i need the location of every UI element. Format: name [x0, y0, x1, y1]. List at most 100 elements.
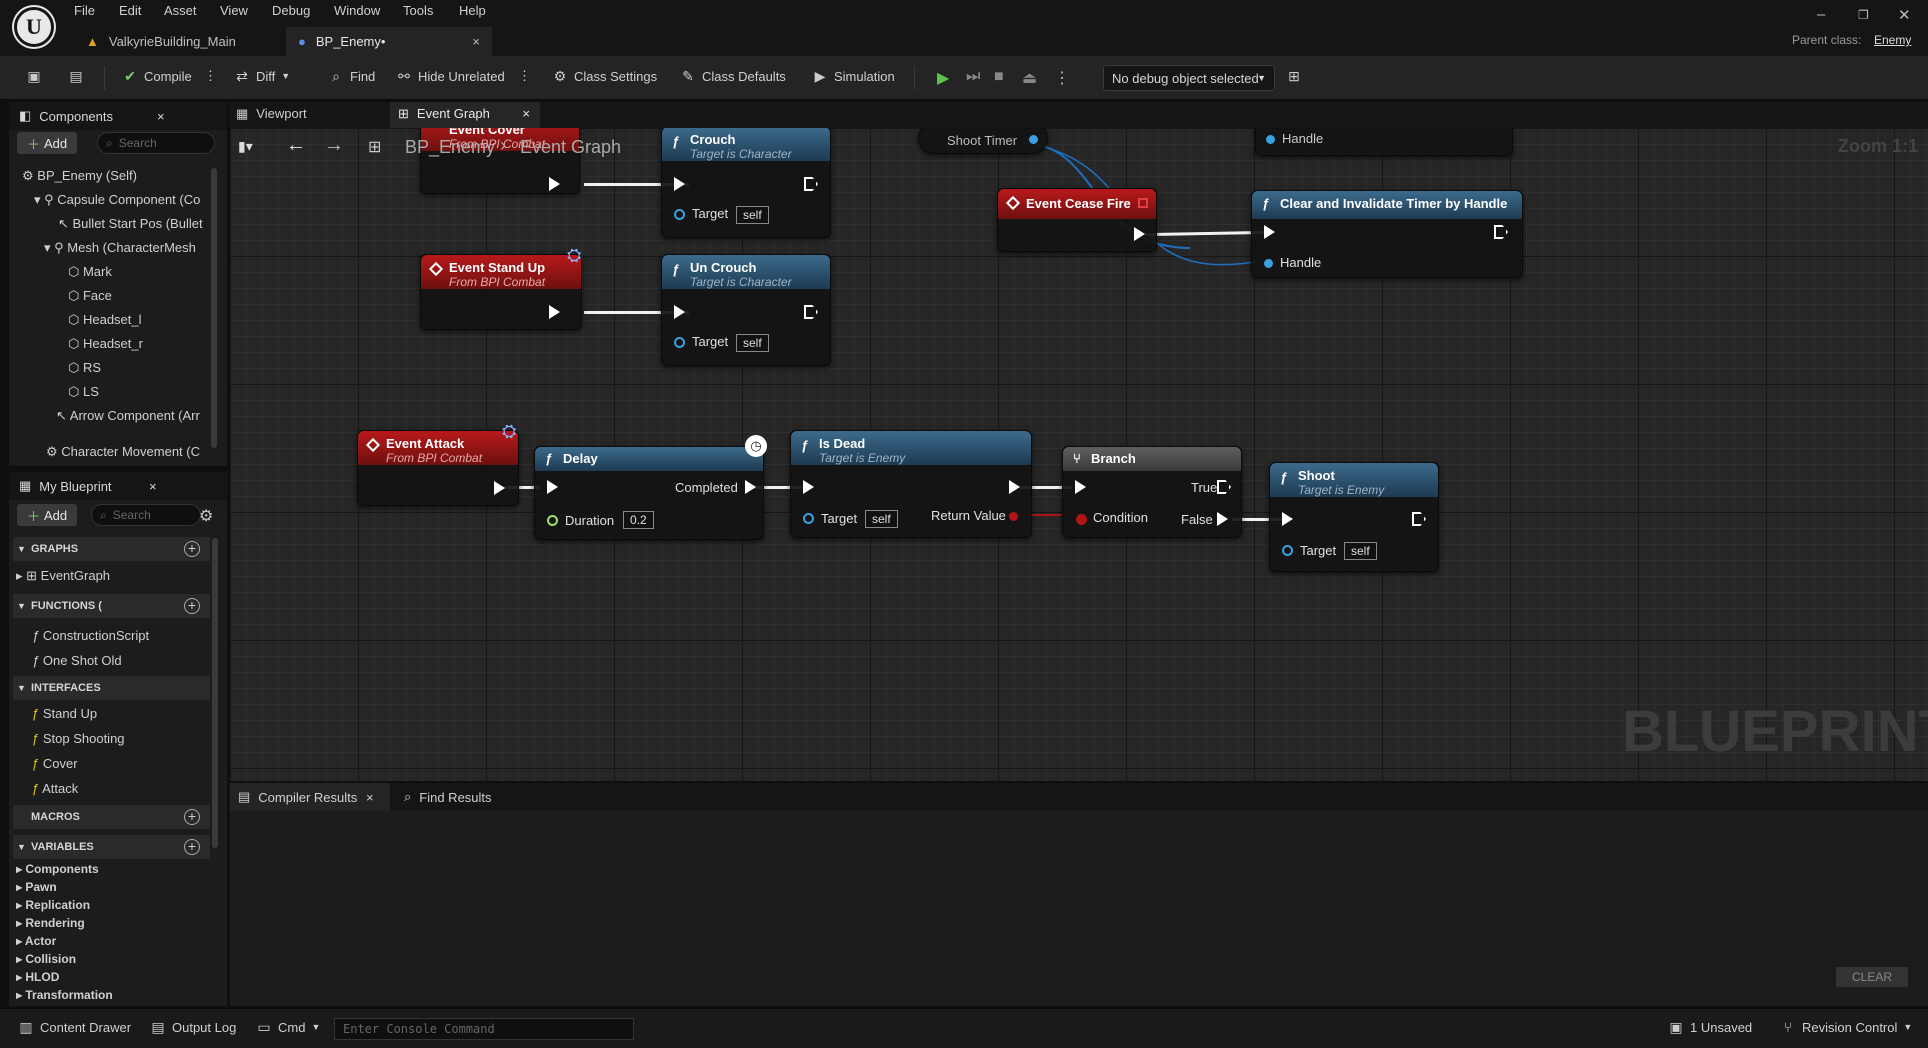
- interfaces-section-header[interactable]: ▼ INTERFACES: [13, 676, 210, 700]
- tree-item-self[interactable]: ⚙ BP_Enemy (Self): [22, 168, 137, 184]
- node-uncrouch[interactable]: ƒ Un Crouch Target is Character Target sel…: [661, 254, 831, 366]
- node-shoot-timer-variable[interactable]: Shoot Timer: [918, 128, 1048, 154]
- close-icon[interactable]: ×: [157, 109, 165, 124]
- function-item-one-shot-old[interactable]: ƒ One Shot Old: [32, 653, 122, 668]
- play-options-icon[interactable]: ⋮: [1054, 68, 1070, 88]
- step-icon[interactable]: ⏭: [966, 68, 980, 86]
- tree-item-headset-l[interactable]: ⬡ Headset_l: [68, 312, 142, 328]
- tab-compiler-results[interactable]: ▤ Compiler Results ×: [230, 783, 390, 811]
- compile-options-icon[interactable]: ⋮: [204, 68, 217, 84]
- tab-event-graph[interactable]: ⊞ Event Graph ×: [390, 102, 540, 128]
- class-defaults-button[interactable]: ✎ Class Defaults: [680, 68, 786, 84]
- menu-asset[interactable]: Asset: [164, 3, 197, 18]
- functions-section-header[interactable]: ▼ FUNCTIONS (+: [13, 594, 210, 618]
- cmd-button[interactable]: ▭ Cmd ▼: [256, 1019, 320, 1035]
- tree-item-rs[interactable]: ⬡ RS: [68, 360, 101, 376]
- stop-icon[interactable]: ■: [994, 68, 1004, 86]
- interface-item-cover[interactable]: ƒ Cover: [32, 756, 78, 771]
- my-blueprint-scrollbar[interactable]: [212, 538, 218, 848]
- close-window-icon[interactable]: ✕: [1898, 6, 1911, 24]
- variable-category-replication[interactable]: ▸ Replication: [16, 898, 90, 912]
- variable-category-components[interactable]: ▸ Components: [16, 862, 99, 876]
- forward-arrow-icon[interactable]: →: [324, 134, 344, 157]
- clear-button[interactable]: CLEAR: [1836, 967, 1908, 987]
- class-settings-button[interactable]: ⚙ Class Settings: [552, 68, 657, 84]
- variable-category-actor[interactable]: ▸ Actor: [16, 934, 56, 948]
- restore-icon[interactable]: ❐: [1858, 8, 1869, 22]
- hide-unrelated-button[interactable]: ⚯ Hide Unrelated: [396, 68, 505, 84]
- my-blueprint-search-input[interactable]: ⌕ Search: [91, 504, 201, 526]
- graphs-section-header[interactable]: ▼ GRAPHS +: [13, 537, 210, 561]
- breadcrumb-bp[interactable]: BP_Enemy: [405, 137, 495, 158]
- interface-item-stand-up[interactable]: ƒ Stand Up: [32, 706, 97, 721]
- node-shoot[interactable]: ƒ Shoot Target is Enemy Target self: [1269, 462, 1439, 572]
- node-branch[interactable]: ⑂ Branch True Condition False: [1062, 446, 1242, 538]
- doc-tab-level[interactable]: ▲ ValkyrieBuilding_Main: [74, 27, 284, 56]
- add-component-button[interactable]: ＋ Add: [17, 132, 78, 154]
- add-function-icon[interactable]: +: [184, 598, 200, 614]
- browse-icon[interactable]: ▤: [68, 68, 84, 84]
- debug-object-select[interactable]: No debug object selected ▼: [1103, 65, 1275, 91]
- bookmark-icon[interactable]: ▮▾: [238, 138, 253, 155]
- close-icon[interactable]: ×: [366, 790, 374, 805]
- menu-view[interactable]: View: [220, 3, 248, 18]
- back-arrow-icon[interactable]: ←: [286, 134, 306, 157]
- diff-button[interactable]: ⇄ Diff ▼: [234, 68, 290, 84]
- variables-section-header[interactable]: ▼ VARIABLES +: [13, 835, 210, 859]
- eject-icon[interactable]: ⏏: [1022, 68, 1037, 88]
- close-icon[interactable]: ×: [472, 34, 480, 49]
- variable-category-collision[interactable]: ▸ Collision: [16, 952, 76, 966]
- components-tab[interactable]: ◧ Components ×: [9, 102, 227, 130]
- tree-item-mesh[interactable]: ▾ ⚲ Mesh (CharacterMesh: [44, 240, 206, 256]
- menu-debug[interactable]: Debug: [272, 3, 310, 18]
- menu-tools[interactable]: Tools: [403, 3, 433, 18]
- variable-category-transformation[interactable]: ▸ Transformation: [16, 988, 113, 1002]
- content-drawer-button[interactable]: ▥ Content Drawer: [18, 1019, 131, 1035]
- tree-item-capsule[interactable]: ▾ ⚲ Capsule Component (Co: [34, 192, 206, 208]
- output-log-button[interactable]: ▤ Output Log: [150, 1019, 236, 1035]
- node-delay[interactable]: ƒ Delay ◷ Completed Duration 0.2: [534, 435, 767, 540]
- play-icon[interactable]: ▶: [937, 68, 949, 88]
- tab-viewport[interactable]: ▦ Viewport: [236, 106, 307, 122]
- variable-category-pawn[interactable]: ▸ Pawn: [16, 880, 57, 894]
- hide-unrelated-options-icon[interactable]: ⋮: [518, 68, 531, 84]
- revision-control-button[interactable]: ⑂ Revision Control ▼: [1780, 1019, 1913, 1035]
- close-icon[interactable]: ×: [522, 106, 530, 121]
- macros-section-header[interactable]: MACROS +: [13, 805, 210, 829]
- unreal-logo-icon[interactable]: U: [14, 7, 54, 47]
- menu-file[interactable]: File: [74, 3, 95, 18]
- tree-item-mark[interactable]: ⬡ Mark: [68, 264, 112, 280]
- add-macro-icon[interactable]: +: [184, 809, 200, 825]
- tree-item-arrow[interactable]: ↖ Arrow Component (Arr: [56, 408, 206, 424]
- console-command-input[interactable]: Enter Console Command: [334, 1018, 634, 1040]
- tree-item-bullet-start[interactable]: ↖ Bullet Start Pos (Bullet: [58, 216, 206, 232]
- my-blueprint-tab[interactable]: ▦ My Blueprint ×: [9, 472, 227, 500]
- components-scrollbar[interactable]: [211, 168, 217, 448]
- doc-tab-bp-enemy[interactable]: ● BP_Enemy• ×: [286, 27, 492, 56]
- node-timer-handle-partial[interactable]: Handle: [1255, 128, 1513, 156]
- unsaved-button[interactable]: ▣ 1 Unsaved: [1668, 1019, 1752, 1035]
- variable-category-rendering[interactable]: ▸ Rendering: [16, 916, 85, 930]
- interface-item-attack[interactable]: ƒ Attack: [32, 781, 78, 796]
- components-search-input[interactable]: ⌕ Search: [97, 132, 215, 154]
- interface-item-stop-shooting[interactable]: ƒ Stop Shooting: [32, 731, 125, 746]
- graph-item-eventgraph[interactable]: ▸ ⊞ EventGraph: [16, 568, 110, 584]
- simulation-button[interactable]: ▶ Simulation: [812, 68, 895, 84]
- find-button[interactable]: ⌕ Find: [328, 68, 375, 84]
- parent-class-link[interactable]: Enemy: [1874, 33, 1911, 47]
- add-member-button[interactable]: ＋ Add: [17, 504, 78, 526]
- node-crouch[interactable]: ƒ Crouch Target is Character Target self: [661, 128, 831, 238]
- menu-edit[interactable]: Edit: [119, 3, 141, 18]
- node-event-attack[interactable]: Event Attack From BPI Combat ⛭: [357, 421, 519, 506]
- menu-window[interactable]: Window: [334, 3, 380, 18]
- tree-item-headset-r[interactable]: ⬡ Headset_r: [68, 336, 143, 352]
- tree-item-character-movement[interactable]: ⚙ Character Movement (C: [46, 444, 206, 460]
- minimize-icon[interactable]: –: [1817, 6, 1825, 23]
- function-item-constructionscript[interactable]: ƒ ConstructionScript: [32, 628, 149, 643]
- node-event-stand-up[interactable]: Event Stand Up From BPI Combat ⛭: [420, 245, 582, 330]
- add-graph-icon[interactable]: +: [184, 541, 200, 557]
- node-clear-invalidate-timer[interactable]: ƒ Clear and Invalidate Timer by Handle Ha…: [1251, 190, 1523, 278]
- close-icon[interactable]: ×: [149, 479, 157, 494]
- tree-item-face[interactable]: ⬡ Face: [68, 288, 112, 304]
- node-event-cease-fire[interactable]: Event Cease Fire: [997, 188, 1157, 252]
